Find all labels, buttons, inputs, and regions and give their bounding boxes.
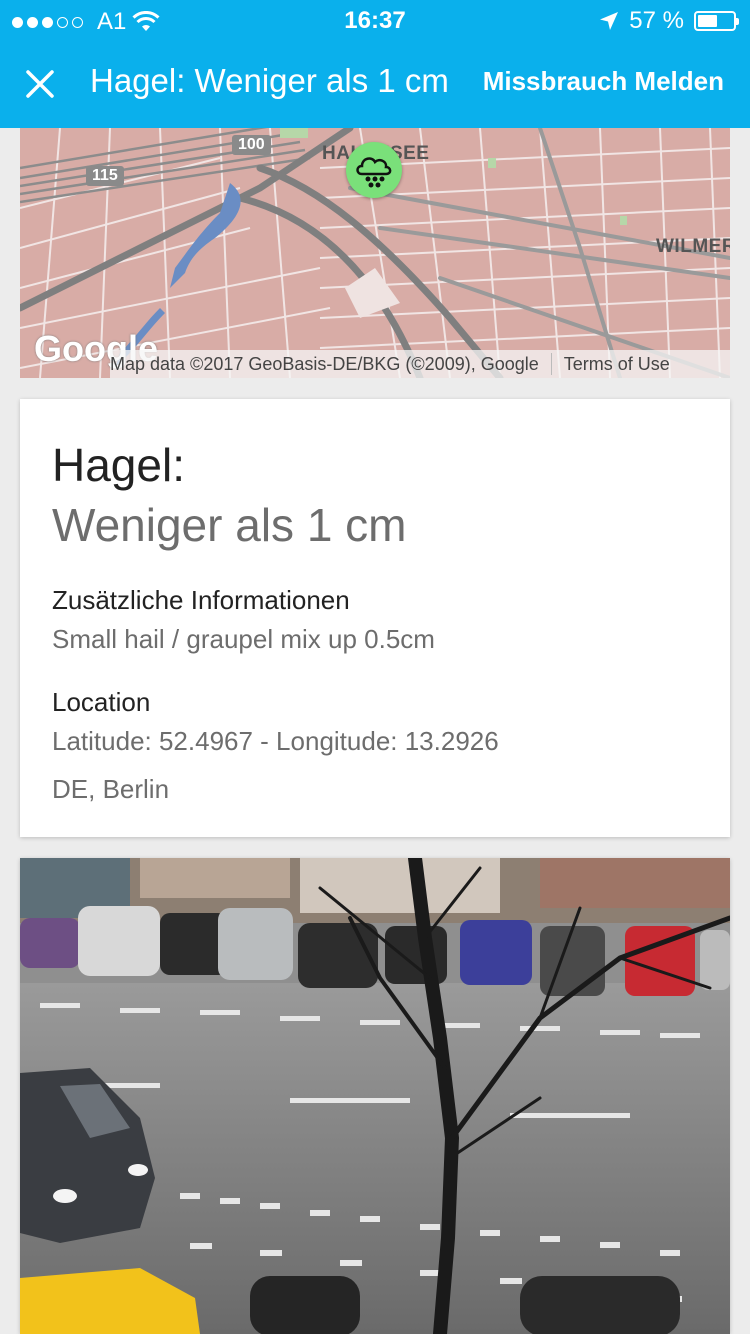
report-marker[interactable]: [346, 142, 402, 198]
attribution-divider: [550, 353, 552, 375]
road-number-shield: 115: [86, 166, 124, 186]
toolbar: Hagel: Weniger als 1 cm Missbrauch Melde…: [0, 40, 750, 128]
battery-icon: [694, 11, 739, 31]
battery-percent: 57 %: [629, 7, 684, 34]
battery-level: [698, 15, 718, 27]
map-label-district: WILMER: [656, 236, 730, 257]
hail-cloud-icon: [356, 157, 392, 188]
map[interactable]: 100 115 HALENSEE WILMER Google Map data …: [20, 128, 730, 378]
region-text: DE, Berlin: [52, 774, 170, 804]
coordinates-text: Latitude: 52.4967 - Longitude: 13.2926: [52, 726, 499, 756]
additional-info-label: Zusätzliche Informationen: [52, 585, 350, 615]
report-title: Hagel:: [52, 439, 185, 491]
map-attribution: Map data ©2017 GeoBasis-DE/BKG (©2009), …: [110, 350, 730, 378]
status-right: 57 %: [599, 7, 739, 35]
close-icon: [26, 70, 54, 98]
location-label: Location: [52, 687, 151, 717]
report-photo[interactable]: [20, 858, 730, 1334]
close-button[interactable]: [18, 62, 62, 106]
location-arrow-icon: [600, 12, 619, 30]
report-abuse-button[interactable]: Missbrauch Melden: [483, 66, 724, 97]
additional-info-value: Small hail / graupel mix up 0.5cm: [52, 624, 435, 654]
terms-of-use-link[interactable]: Terms of Use: [564, 350, 670, 378]
report-details-card: Hagel: Weniger als 1 cm Zusätzliche Info…: [20, 399, 730, 837]
report-subtitle: Weniger als 1 cm: [52, 499, 407, 551]
attribution-text: Map data ©2017 GeoBasis-DE/BKG (©2009), …: [110, 354, 539, 374]
status-bar: A1 16:37 57 %: [0, 0, 750, 40]
street-photo: [20, 858, 730, 1334]
page-title: Hagel: Weniger als 1 cm: [90, 62, 449, 99]
road-number-shield: 100: [232, 135, 271, 155]
